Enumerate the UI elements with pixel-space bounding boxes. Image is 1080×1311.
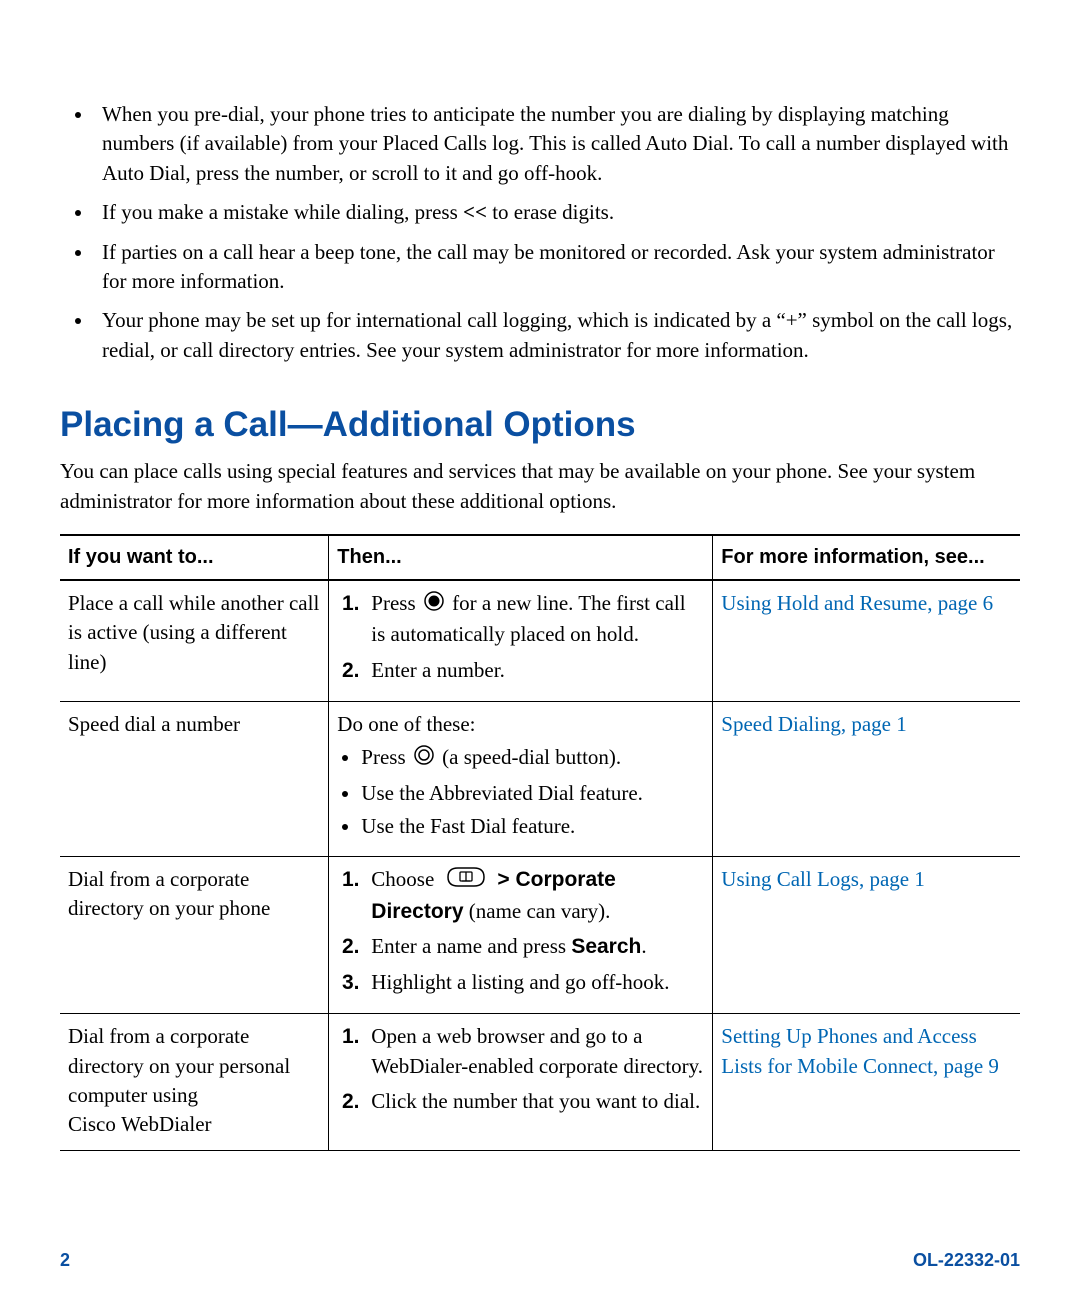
item-text-b: (a speed-dial button). xyxy=(437,745,621,769)
directories-button-icon xyxy=(442,865,490,897)
cell-then: Do one of these: Press (a speed-dial but… xyxy=(329,702,713,857)
cell-more: Speed Dialing, page 1 xyxy=(713,702,1020,857)
step-text-c: . xyxy=(641,934,646,958)
table-row: Speed dial a number Do one of these: Pre… xyxy=(60,702,1020,857)
step-text: Click the number that you want to dial. xyxy=(371,1089,700,1113)
table-row: Dial from a corporate directory on your … xyxy=(60,856,1020,1014)
cell-then: Choose > Corporate Directory (name can v… xyxy=(329,856,713,1014)
cell-then: Open a web browser and go to a WebDialer… xyxy=(329,1014,713,1151)
cell-if: Dial from a corporate directory on your … xyxy=(60,856,329,1014)
cell-more: Setting Up Phones and Access Lists for M… xyxy=(713,1014,1020,1151)
cell-if: Speed dial a number xyxy=(60,702,329,857)
cell-more: Using Call Logs, page 1 xyxy=(713,856,1020,1014)
step-text-a: Choose xyxy=(371,867,439,891)
xref-link[interactable]: Using Call Logs, page 1 xyxy=(721,867,925,891)
page-footer: 2 OL-22332-01 xyxy=(60,1250,1020,1271)
step-text-c: (name can vary). xyxy=(464,899,611,923)
section-heading: Placing a Call—Additional Options xyxy=(60,405,1020,445)
step-text: Open a web browser and go to a WebDialer… xyxy=(371,1024,703,1077)
table-row: Place a call while another call is activ… xyxy=(60,580,1020,702)
bullet-text: Your phone may be set up for internation… xyxy=(102,308,1012,361)
cell-then: Press for a new line. The first call is … xyxy=(329,580,713,702)
xref-link[interactable]: Speed Dialing, page 1 xyxy=(721,712,906,736)
item-text: Use the Abbreviated Dial feature. xyxy=(361,779,704,808)
bullet-text: If parties on a call hear a beep tone, t… xyxy=(102,240,995,293)
col-header-if: If you want to... xyxy=(60,535,329,580)
section-intro: You can place calls using special featur… xyxy=(60,457,1020,516)
cell-more: Using Hold and Resume, page 6 xyxy=(713,580,1020,702)
bullet-item: When you pre-dial, your phone tries to a… xyxy=(94,100,1020,188)
step-text-bold: Search xyxy=(571,935,641,958)
step-text: Enter a number. xyxy=(371,658,505,682)
bullet-text-b: to erase digits. xyxy=(487,200,614,224)
bullet-item: Your phone may be set up for internation… xyxy=(94,306,1020,365)
intro-bullet-list: When you pre-dial, your phone tries to a… xyxy=(60,100,1020,365)
item-text: Use the Fast Dial feature. xyxy=(361,812,704,841)
item-text-a: Press xyxy=(361,745,411,769)
table-row: Dial from a corporate directory on your … xyxy=(60,1014,1020,1151)
cell-if: Place a call while another call is activ… xyxy=(60,580,329,702)
bullet-text: When you pre-dial, your phone tries to a… xyxy=(102,102,1008,185)
step-text: Highlight a listing and go off-hook. xyxy=(371,970,669,994)
col-header-more: For more information, see... xyxy=(713,535,1020,580)
erase-key: << xyxy=(463,200,487,224)
doc-id: OL-22332-01 xyxy=(913,1250,1020,1271)
page-number: 2 xyxy=(60,1250,70,1271)
cell-if: Dial from a corporate directory on your … xyxy=(60,1014,329,1151)
step-text-a: Enter a name and press xyxy=(371,934,571,958)
speed-dial-button-icon xyxy=(413,744,435,774)
options-table: If you want to... Then... For more infor… xyxy=(60,534,1020,1151)
bullet-text-a: If you make a mistake while dialing, pre… xyxy=(102,200,463,224)
line-button-icon xyxy=(423,590,445,620)
step-text-a: Press xyxy=(371,591,421,615)
col-header-then: Then... xyxy=(329,535,713,580)
lead-text: Do one of these: xyxy=(337,710,704,739)
xref-link[interactable]: Setting Up Phones and Access Lists for M… xyxy=(721,1024,999,1077)
bullet-item: If parties on a call hear a beep tone, t… xyxy=(94,238,1020,297)
bullet-item: If you make a mistake while dialing, pre… xyxy=(94,198,1020,227)
xref-link[interactable]: Using Hold and Resume, page 6 xyxy=(721,591,993,615)
